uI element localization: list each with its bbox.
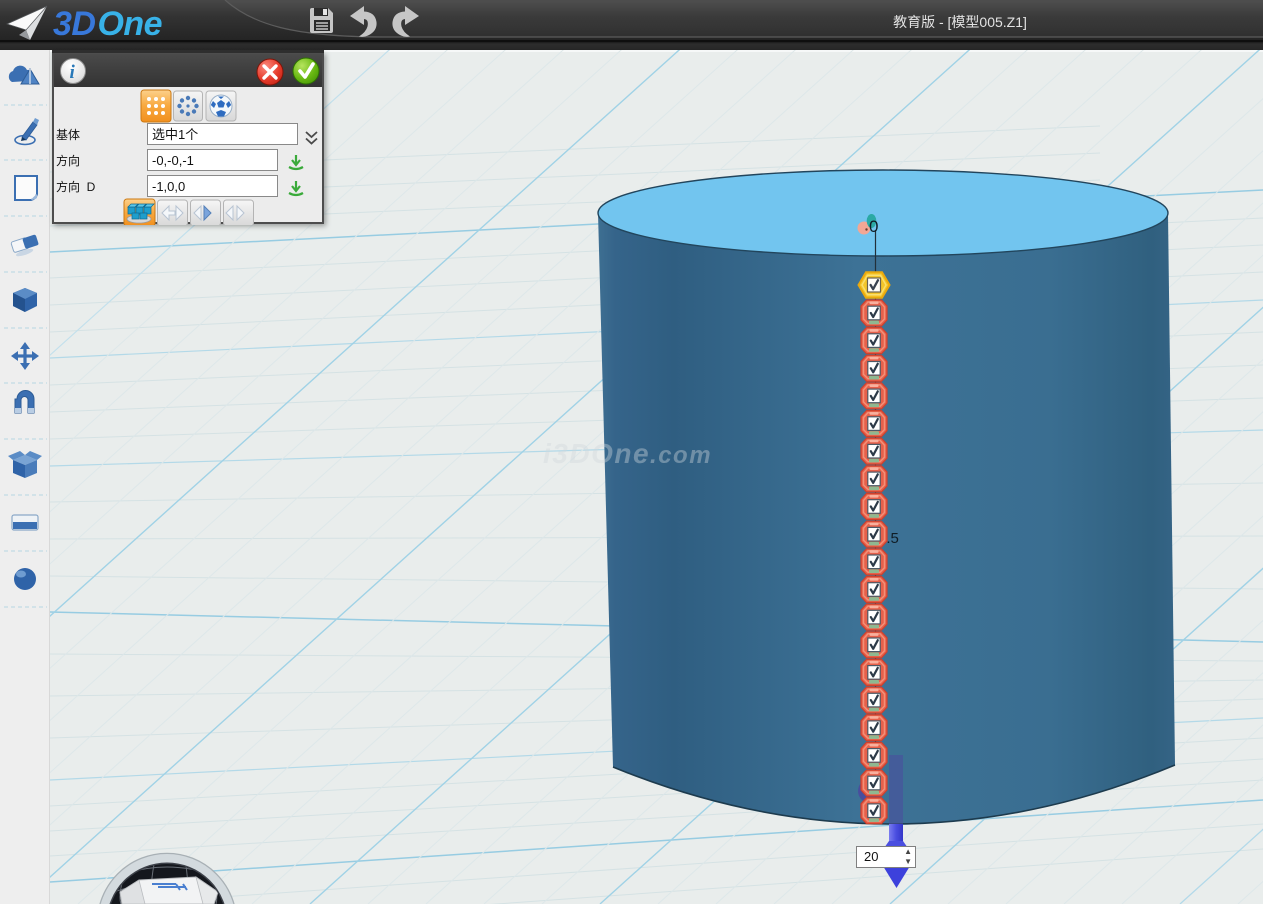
svg-text:3DOne: 3DOne (53, 5, 162, 42)
svg-text:i: i (70, 62, 76, 83)
svg-text:0: 0 (869, 217, 878, 236)
svg-text:i3DOne.com: i3DOne.com (543, 438, 712, 469)
